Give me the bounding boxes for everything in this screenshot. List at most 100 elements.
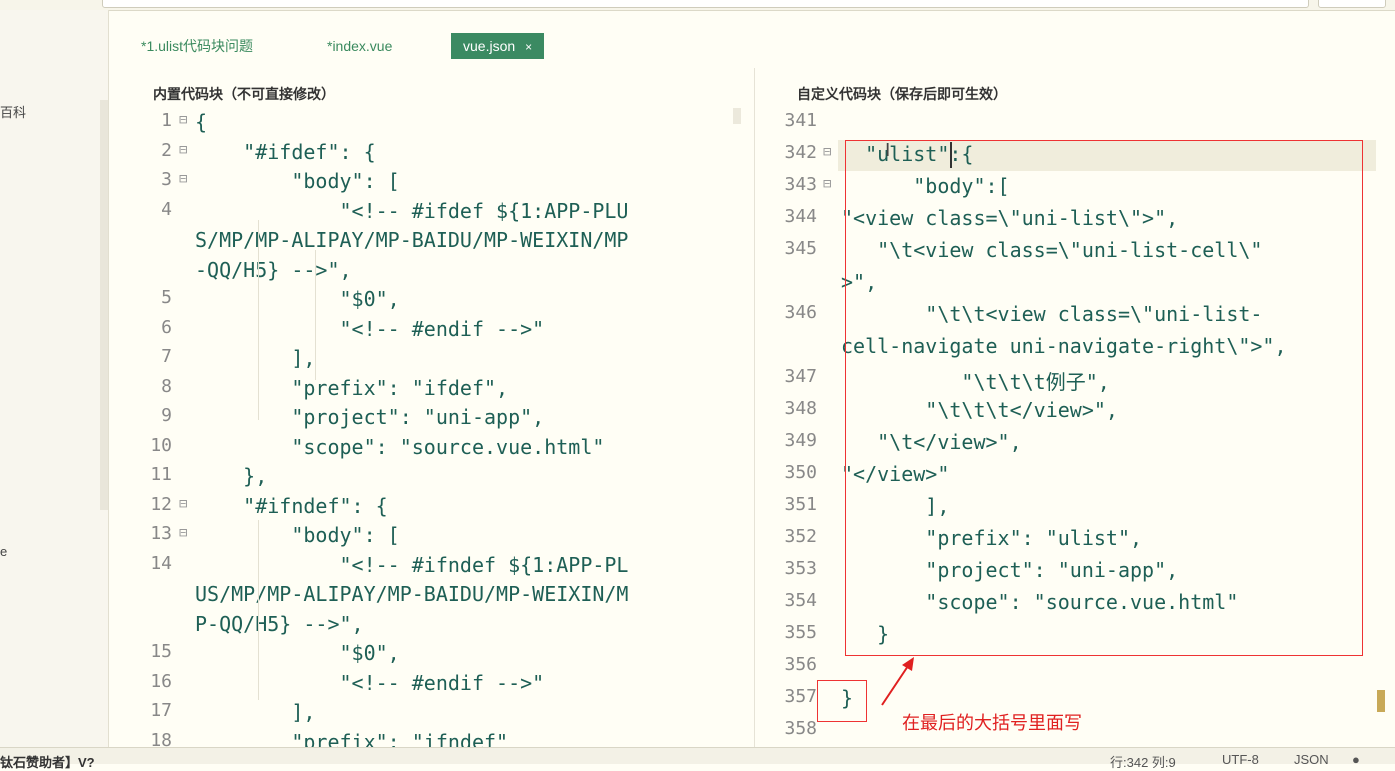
line-number: 7 xyxy=(161,346,172,367)
sidebar-label: 百科 xyxy=(0,105,27,120)
tab-label: vue.json xyxy=(463,38,516,54)
indent-guide xyxy=(315,250,316,380)
code-text: "scope": "source.vue.html" xyxy=(195,434,605,459)
code-line[interactable]: -QQ/H5} -->", xyxy=(110,258,752,288)
annotation-note: 在最后的大括号里面写 xyxy=(902,713,1082,733)
scrollbar[interactable] xyxy=(1377,690,1385,712)
indent-guide xyxy=(258,520,259,700)
line-number: 4 xyxy=(161,198,172,220)
line-number: 17 xyxy=(150,700,172,721)
editor-tabs: *1.ulist代码块问题 *index.vue vue.json × xyxy=(109,10,1395,68)
line-number: 358 xyxy=(784,718,817,739)
line-number: 5 xyxy=(161,287,172,308)
code-line[interactable]: 1 ⊟ { xyxy=(110,110,752,140)
line-number: 352 xyxy=(784,526,817,547)
line-number: 355 xyxy=(784,622,817,643)
code-line[interactable]: US/MP/MP-ALIPAY/MP-BAIDU/MP-WEIXIN/M xyxy=(110,582,752,612)
sidebar-scrollbar[interactable] xyxy=(100,100,108,510)
code-line[interactable]: P-QQ/H5} -->", xyxy=(110,612,752,642)
fold-toggle-icon[interactable]: ⊟ xyxy=(179,171,187,187)
code-text: ], xyxy=(195,700,316,724)
code-text: S/MP/MP-ALIPAY/MP-BAIDU/MP-WEIXIN/MP xyxy=(195,228,629,252)
top-input-field[interactable] xyxy=(102,0,1309,8)
line-number: 356 xyxy=(784,654,817,675)
code-text: P-QQ/H5} -->", xyxy=(195,611,364,636)
code-line[interactable]: 9 "project": "uni-app", xyxy=(110,405,752,435)
code-line[interactable]: 4 "<!-- #ifdef ${1:APP-PLU xyxy=(110,199,752,229)
top-button[interactable] xyxy=(1318,0,1386,8)
code-line[interactable]: 15 "$0", xyxy=(110,641,752,671)
status-language[interactable]: JSON xyxy=(1294,752,1329,767)
tab-index-vue[interactable]: *index.vue xyxy=(327,33,392,59)
line-number: 15 xyxy=(150,641,172,662)
code-text: }, xyxy=(195,464,268,488)
line-number: 13 xyxy=(150,523,172,544)
line-number: 357 xyxy=(784,686,817,707)
line-number: 350 xyxy=(784,462,817,483)
fold-toggle-icon[interactable]: ⊟ xyxy=(179,525,187,541)
code-line[interactable]: 5 "$0", xyxy=(110,287,752,317)
line-number: 353 xyxy=(784,558,817,579)
status-bar: 钛石赞助者】V? 行:342 列:9 UTF-8 JSON ● xyxy=(0,747,1395,770)
fold-toggle-icon[interactable]: ⊟ xyxy=(823,144,831,160)
line-number: 346 xyxy=(784,302,817,323)
line-number: 345 xyxy=(784,238,817,259)
line-number: 14 xyxy=(150,552,172,574)
fold-toggle-icon[interactable]: ⊟ xyxy=(179,496,187,512)
code-text: ], xyxy=(195,346,316,370)
code-text: "#ifdef": { xyxy=(195,139,376,164)
code-line[interactable]: 341 xyxy=(755,110,1395,142)
code-line[interactable]: 2 ⊟ "#ifdef": { xyxy=(110,140,752,170)
code-line[interactable]: 3 ⊟ "body": [ xyxy=(110,169,752,199)
bell-icon[interactable]: ● xyxy=(1352,752,1360,767)
highlight-box-brace xyxy=(817,680,867,722)
line-number: 343 xyxy=(784,174,817,195)
line-number: 347 xyxy=(784,366,817,387)
code-text: "<!-- #ifndef ${1:APP-PL xyxy=(195,552,629,577)
line-number: 342 xyxy=(784,142,817,163)
code-text: "#ifndef": { xyxy=(195,493,388,518)
code-line[interactable]: 17 ], xyxy=(110,700,752,730)
fold-toggle-icon[interactable]: ⊟ xyxy=(823,176,831,192)
code-text: "project": "uni-app", xyxy=(195,405,545,429)
code-text: "$0", xyxy=(195,287,400,311)
code-line[interactable]: 13 ⊟ "body": [ xyxy=(110,523,752,553)
code-text: "body": [ xyxy=(195,169,400,193)
code-line[interactable]: 7 ], xyxy=(110,346,752,376)
code-line[interactable]: 12 ⊟ "#ifndef": { xyxy=(110,494,752,524)
line-number: 10 xyxy=(150,434,172,456)
code-line[interactable]: 11 }, xyxy=(110,464,752,494)
line-number: 6 xyxy=(161,316,172,338)
tab-ulist-question[interactable]: *1.ulist代码块问题 xyxy=(141,33,253,59)
code-line[interactable]: S/MP/MP-ALIPAY/MP-BAIDU/MP-WEIXIN/MP xyxy=(110,228,752,258)
code-line[interactable]: 18 "prefix": "ifndef" xyxy=(110,730,752,748)
line-number: 351 xyxy=(784,494,817,515)
code-line[interactable]: 10 "scope": "source.vue.html" xyxy=(110,435,752,465)
line-number: 16 xyxy=(150,670,172,692)
close-icon[interactable]: × xyxy=(525,40,532,54)
sidebar-label: e xyxy=(0,544,8,559)
code-text: "$0", xyxy=(195,641,400,665)
status-cursor-position: 行:342 列:9 xyxy=(1110,755,1176,770)
line-number: 348 xyxy=(784,398,817,419)
code-line[interactable]: 14 "<!-- #ifndef ${1:APP-PL xyxy=(110,553,752,583)
fold-toggle-icon[interactable]: ⊟ xyxy=(179,112,187,128)
fold-toggle-icon[interactable]: ⊟ xyxy=(179,142,187,158)
line-number: 349 xyxy=(784,430,817,451)
code-text: "<!-- #endif -->" xyxy=(195,316,545,341)
line-number: 3 xyxy=(161,169,172,190)
scrollbar[interactable] xyxy=(733,108,741,124)
code-text: "prefix": "ifdef", xyxy=(195,375,509,400)
tab-vue-json[interactable]: vue.json × xyxy=(451,33,545,59)
code-line[interactable]: 16 "<!-- #endif -->" xyxy=(110,671,752,701)
status-encoding[interactable]: UTF-8 xyxy=(1222,752,1259,767)
code-line[interactable]: 6 "<!-- #endif -->" xyxy=(110,317,752,347)
code-text: "body": [ xyxy=(195,523,400,547)
status-left: 钛石赞助者】V? xyxy=(0,755,95,770)
project-sidebar: 百科 e xyxy=(0,10,109,747)
code-text: US/MP/MP-ALIPAY/MP-BAIDU/MP-WEIXIN/M xyxy=(195,582,629,606)
line-number: 18 xyxy=(150,729,172,748)
code-text: "<!-- #endif -->" xyxy=(195,670,545,695)
code-line[interactable]: 8 "prefix": "ifdef", xyxy=(110,376,752,406)
line-number: 1 xyxy=(161,110,172,131)
